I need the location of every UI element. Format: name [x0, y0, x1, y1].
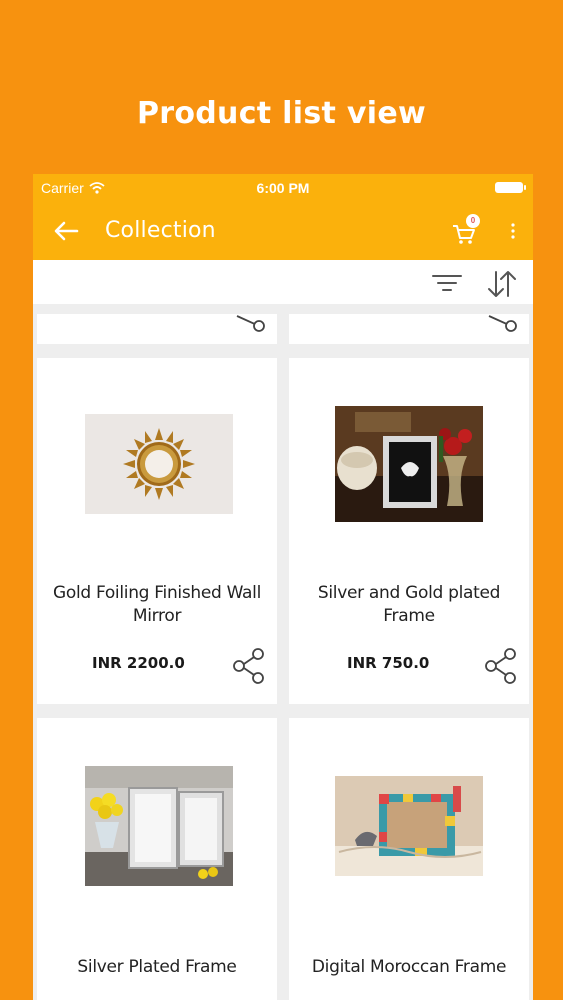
product-image: [85, 414, 233, 514]
page-title: Collection: [105, 218, 216, 243]
phone-screen: Carrier 6:00 PM Collection 0 Gold Foilin…: [33, 174, 533, 1000]
product-price: INR 2200.0: [92, 654, 185, 672]
product-image: [335, 406, 483, 522]
page-headline: Product list view: [136, 96, 426, 131]
more-options-button[interactable]: [503, 216, 523, 246]
more-vert-icon: [511, 223, 515, 239]
product-card[interactable]: [37, 314, 277, 344]
product-image: [85, 766, 233, 886]
status-time: 6:00 PM: [256, 180, 310, 196]
product-price: INR 750.0: [347, 654, 430, 672]
filter-icon: [432, 275, 462, 291]
back-button[interactable]: [51, 217, 83, 245]
product-card[interactable]: Gold Foiling Finished Wall Mirror INR 22…: [37, 358, 277, 704]
share-icon[interactable]: [485, 314, 519, 336]
frame-image: [335, 776, 483, 876]
mirror-image: [123, 428, 195, 500]
product-name: Silver and Gold plated Frame: [317, 583, 501, 626]
frame-image: [335, 406, 483, 522]
share-icon: [485, 648, 516, 684]
product-image: [335, 776, 483, 876]
product-name: Gold Foiling Finished Wall Mirror: [52, 583, 262, 626]
product-card[interactable]: Silver Plated Frame: [37, 718, 277, 1000]
status-bar: Carrier 6:00 PM: [33, 174, 533, 202]
filter-sort-toolbar: [33, 260, 533, 304]
product-name: Silver Plated Frame: [77, 957, 237, 977]
cart-button[interactable]: 0: [451, 214, 487, 248]
product-card[interactable]: [289, 314, 529, 344]
share-button[interactable]: [483, 646, 519, 686]
frame-image: [85, 766, 233, 886]
filter-button[interactable]: [431, 270, 463, 296]
product-card[interactable]: Digital Moroccan Frame: [289, 718, 529, 1000]
product-name: Digital Moroccan Frame: [311, 957, 507, 977]
sort-icon: [488, 271, 516, 297]
share-icon: [233, 648, 264, 684]
cart-count-badge: 0: [466, 214, 480, 228]
sort-button[interactable]: [485, 268, 519, 300]
product-card[interactable]: Silver and Gold plated Frame INR 750.0: [289, 358, 529, 704]
back-arrow-icon: [54, 221, 79, 241]
app-bar: Collection 0: [33, 202, 533, 260]
battery-icon: [495, 182, 526, 193]
share-icon[interactable]: [233, 314, 267, 336]
share-button[interactable]: [231, 646, 267, 686]
